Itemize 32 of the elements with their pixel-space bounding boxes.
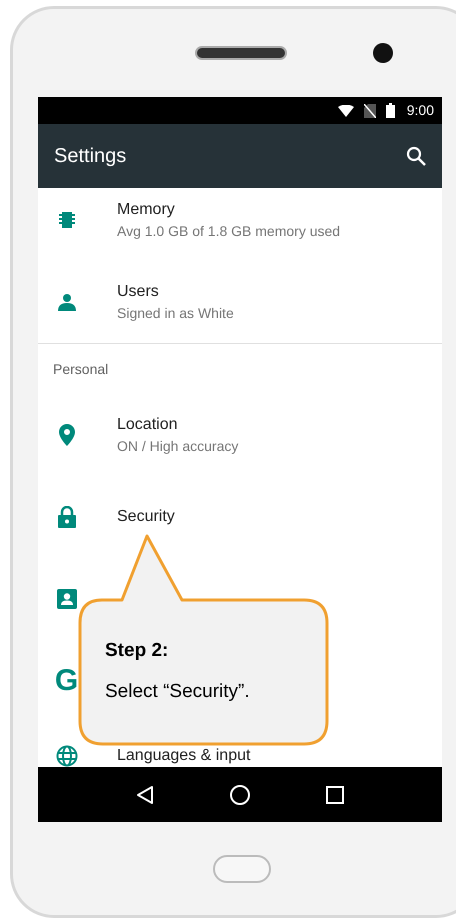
item-subtitle: Signed in as White (117, 304, 234, 323)
lock-icon (58, 506, 76, 528)
location-pin-icon (58, 424, 74, 446)
chip-icon (58, 211, 74, 229)
settings-item[interactable]: Languages & input (38, 722, 442, 767)
item-title: Location (117, 415, 178, 435)
settings-item[interactable]: Location ON / High accuracy (38, 394, 442, 476)
home-icon[interactable] (228, 784, 251, 806)
item-title: Languages & input (117, 746, 250, 766)
item-subtitle: Avg 1.0 GB of 1.8 GB memory used (117, 222, 340, 241)
person-icon (56, 293, 76, 311)
settings-item[interactable]: Users Signed in as White (38, 261, 442, 343)
back-icon[interactable] (136, 784, 154, 804)
battery-icon (386, 103, 395, 118)
contact-card-icon (56, 589, 76, 609)
item-title: Security (117, 507, 175, 527)
settings-item[interactable]: Security (38, 476, 442, 558)
settings-item[interactable]: Memory Avg 1.0 GB of 1.8 GB memory used (38, 188, 442, 261)
front-camera (373, 43, 393, 63)
no-sim-icon (364, 104, 376, 118)
item-title: Memory (117, 200, 176, 220)
wifi-icon (338, 104, 354, 116)
callout-heading: Step 2: (105, 639, 170, 663)
status-time: 9:00 (406, 101, 434, 120)
search-icon[interactable] (406, 146, 426, 166)
toolbar-title: Settings (54, 144, 126, 169)
globe-icon (56, 745, 78, 767)
item-subtitle: ON / High accuracy (117, 437, 238, 456)
section-header: Personal (53, 360, 108, 378)
recents-icon[interactable] (326, 786, 344, 804)
callout-text: Select “Security”. (105, 680, 250, 704)
item-title: Users (117, 282, 160, 302)
